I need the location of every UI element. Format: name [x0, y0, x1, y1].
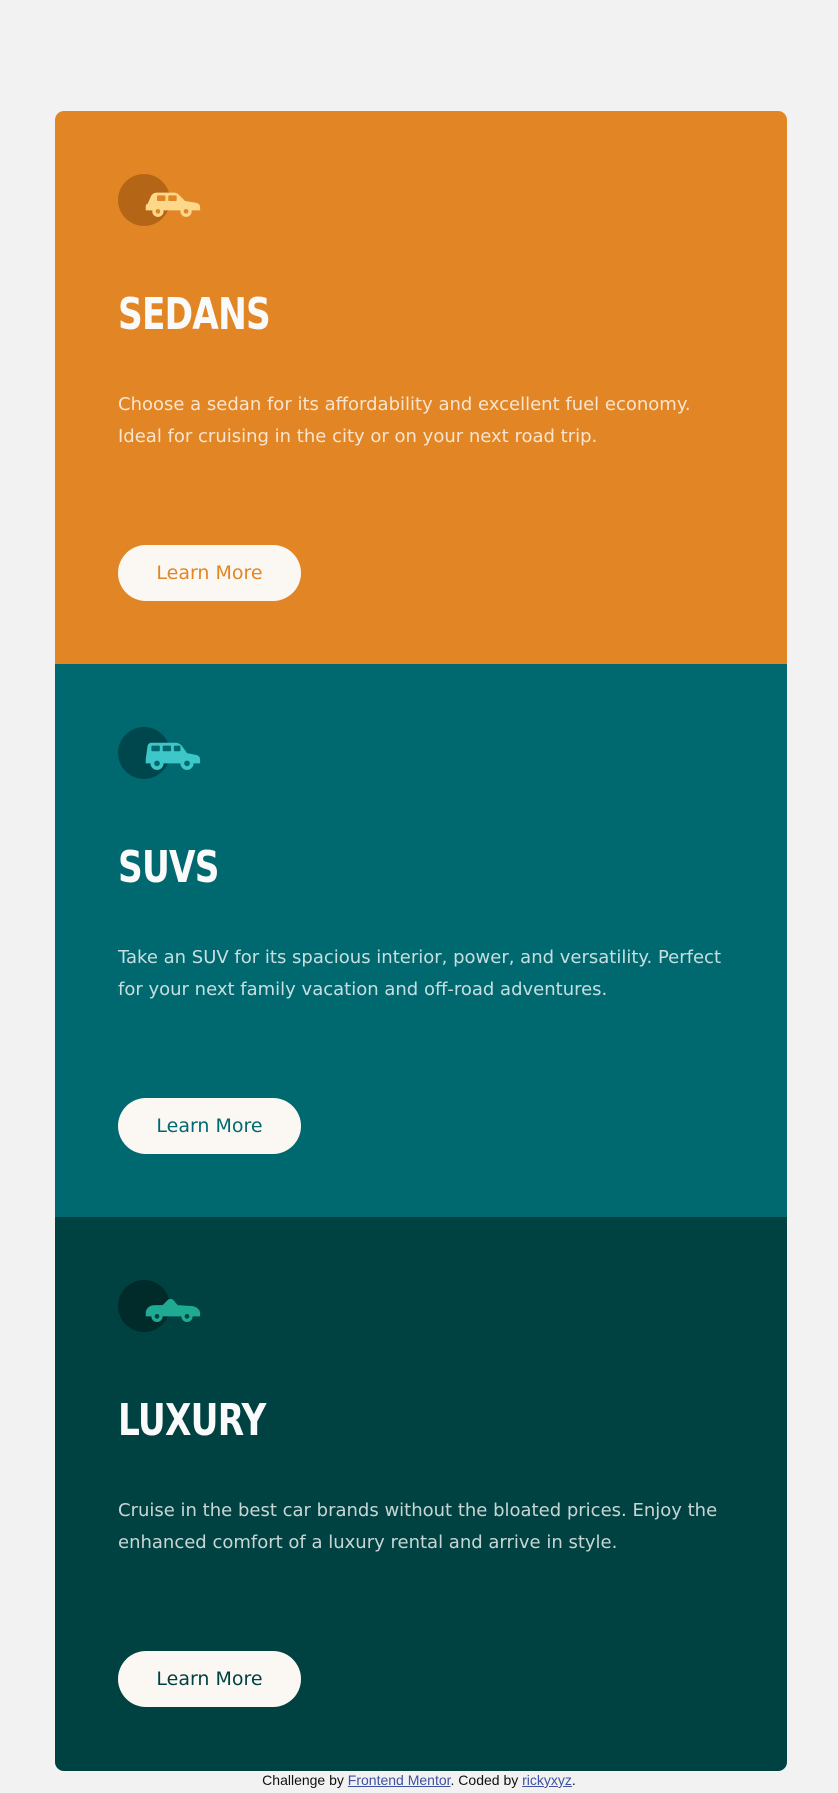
card-description: Choose a sedan for its affordability and…: [118, 394, 691, 447]
learn-more-button[interactable]: Learn More: [118, 1098, 301, 1154]
luxury-car-icon-shape: [145, 1299, 201, 1322]
card-title: SUVS: [118, 842, 220, 893]
luxury-car-icon: [118, 1280, 203, 1332]
card-description: Take an SUV for its spacious interior, p…: [118, 947, 721, 1000]
card-suvs: SUVS Take an SUV for its spacious interi…: [55, 664, 787, 1217]
card-luxury: LUXURY Cruise in the best car brands wit…: [55, 1217, 787, 1771]
suv-car-icon-shape: [145, 742, 201, 770]
sedan-car-icon-shape: [145, 192, 201, 217]
learn-more-button[interactable]: Learn More: [118, 1651, 301, 1707]
footer-prefix: Challenge by: [262, 1772, 348, 1788]
suv-car-icon: [118, 727, 203, 779]
learn-more-button[interactable]: Learn More: [118, 545, 301, 601]
card-stack: SEDANS Choose a sedan for its affordabil…: [55, 111, 787, 1771]
author-link[interactable]: rickyxyz: [522, 1772, 572, 1788]
card-description: Cruise in the best car brands without th…: [118, 1500, 718, 1553]
card-sedans: SEDANS Choose a sedan for its affordabil…: [55, 111, 787, 664]
sedan-car-icon: [118, 174, 203, 226]
card-title: SEDANS: [118, 289, 271, 340]
card-title: LUXURY: [118, 1395, 266, 1446]
footer-suffix: .: [571, 1772, 576, 1788]
footer-middle: . Coded by: [450, 1772, 523, 1788]
attribution-footer: Challenge by Frontend Mentor. Coded by r…: [0, 1772, 838, 1788]
frontend-mentor-link[interactable]: Frontend Mentor: [348, 1772, 451, 1788]
